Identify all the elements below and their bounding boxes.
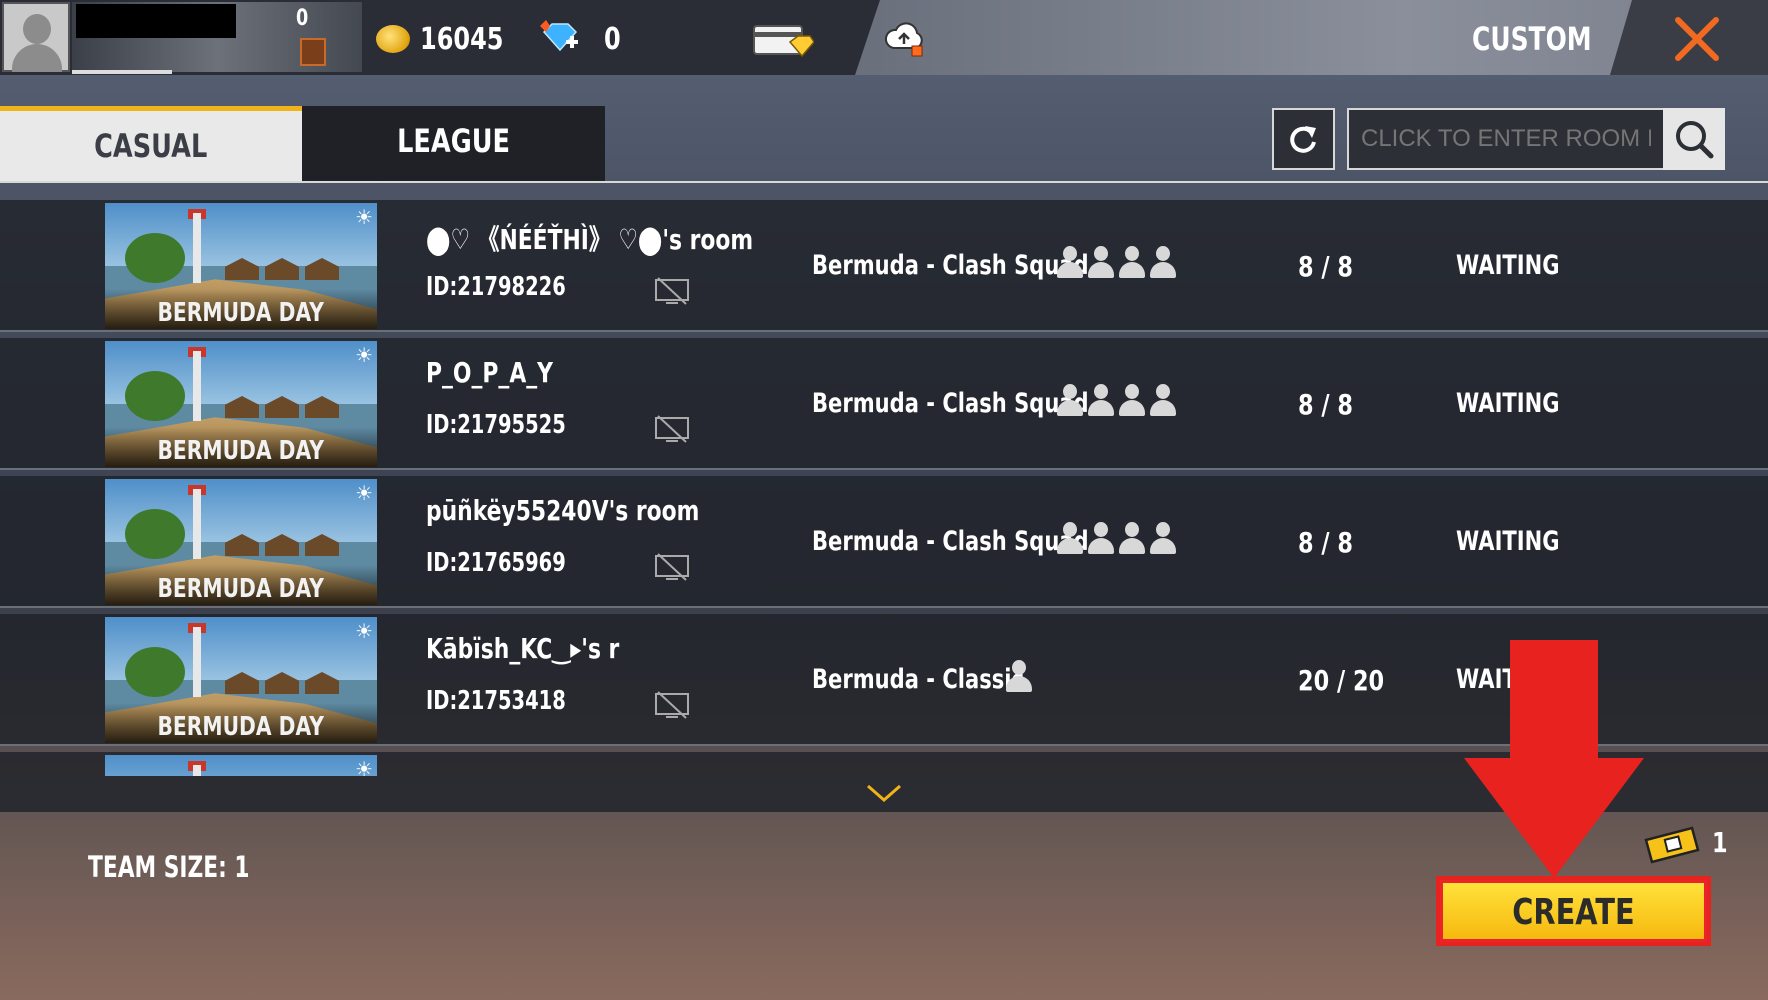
create-button[interactable]: CREATE xyxy=(1436,876,1711,946)
tab-league-label: LEAGUE xyxy=(397,122,510,160)
door-icon xyxy=(300,38,326,66)
team-size-icons xyxy=(1006,660,1037,700)
room-player-count: 8 / 8 xyxy=(1298,526,1353,559)
room-name: Kābïsh_KC‿▸'s r xyxy=(426,632,620,665)
map-thumbnail: ☀ xyxy=(105,755,377,776)
map-label: BERMUDA DAY xyxy=(157,712,325,742)
person-icon xyxy=(1057,246,1083,280)
sun-icon: ☀ xyxy=(355,621,373,643)
room-id-input[interactable] xyxy=(1347,108,1665,170)
room-status: WAITING xyxy=(1456,250,1560,281)
room-player-count: 20 / 20 xyxy=(1298,664,1385,697)
diamond-icon[interactable] xyxy=(540,20,580,54)
player-name-redacted xyxy=(76,4,236,38)
coin-icon xyxy=(376,25,410,53)
arrow-annotation-icon xyxy=(1464,640,1644,878)
room-mode: Bermuda - Clash Squad xyxy=(812,526,1089,557)
room-status: WAITING xyxy=(1456,388,1560,419)
ticket-count: 1 xyxy=(1712,826,1728,859)
map-label: BERMUDA DAY xyxy=(157,436,325,466)
spectate-icon[interactable] xyxy=(654,276,690,306)
map-label: BERMUDA DAY xyxy=(157,298,325,328)
tab-casual[interactable]: CASUAL xyxy=(0,106,302,182)
coin-value: 16045 xyxy=(420,22,504,57)
ticket-icon xyxy=(1644,826,1700,864)
person-icon xyxy=(1150,384,1176,418)
avatar-icon[interactable] xyxy=(2,2,70,72)
xp-bar xyxy=(72,70,172,74)
team-size-icons xyxy=(1057,246,1181,286)
person-icon xyxy=(1119,522,1145,556)
chevron-down-icon[interactable] xyxy=(864,782,904,806)
room-player-count: 8 / 8 xyxy=(1298,250,1353,283)
room-id: ID:21753418 xyxy=(426,686,566,716)
bp-count: 0 xyxy=(296,6,309,31)
person-icon xyxy=(1150,522,1176,556)
create-button-label: CREATE xyxy=(1512,892,1635,933)
refresh-button[interactable] xyxy=(1272,108,1335,170)
person-icon xyxy=(1057,384,1083,418)
room-name: P_O_P_A_Y xyxy=(426,356,553,389)
room-id: ID:21795525 xyxy=(426,410,566,440)
map-thumbnail: ☀ BERMUDA DAY xyxy=(105,479,377,605)
spectate-icon[interactable] xyxy=(654,552,690,582)
room-status: WAITING xyxy=(1456,526,1560,557)
tab-casual-label: CASUAL xyxy=(94,127,208,165)
card-icon[interactable] xyxy=(752,22,814,58)
map-label: BERMUDA DAY xyxy=(157,574,325,604)
spectate-icon[interactable] xyxy=(654,414,690,444)
diamond-value: 0 xyxy=(604,22,621,57)
map-thumbnail: ☀ BERMUDA DAY xyxy=(105,617,377,743)
person-icon xyxy=(1088,522,1114,556)
map-thumbnail: ☀ BERMUDA DAY xyxy=(105,203,377,329)
cloud-icon[interactable] xyxy=(884,20,926,58)
room-mode: Bermuda - Classic xyxy=(812,664,1025,695)
room-mode: Bermuda - Clash Squad xyxy=(812,250,1089,281)
room-mode: Bermuda - Clash Squad xyxy=(812,388,1089,419)
person-icon xyxy=(1006,660,1032,694)
room-name: pūñkëy55240V's room xyxy=(426,494,700,527)
room-row[interactable]: ☀ BERMUDA DAY pūñkëy55240V's room ID:217659… xyxy=(0,476,1768,608)
sun-icon: ☀ xyxy=(355,207,373,229)
team-size-icons xyxy=(1057,522,1181,562)
page-title: CUSTOM xyxy=(1472,20,1592,58)
room-row[interactable]: ☀ BERMUDA DAY ⬤♡ 《ŃÉÉŤHÌ》 ♡⬤'s room ID:2179… xyxy=(0,200,1768,332)
tab-league[interactable]: LEAGUE xyxy=(302,106,605,182)
room-name: ⬤♡ 《ŃÉÉŤHÌ》 ♡⬤'s room xyxy=(426,223,754,256)
person-icon xyxy=(1057,522,1083,556)
room-id: ID:21798226 xyxy=(426,272,566,302)
team-size-label: TEAM SIZE: 1 xyxy=(88,850,250,884)
room-row[interactable]: ☀ BERMUDA DAY P_O_P_A_Y ID:21795525 Bermuda … xyxy=(0,338,1768,470)
sun-icon: ☀ xyxy=(355,345,373,367)
sun-icon: ☀ xyxy=(355,483,373,505)
spectate-icon[interactable] xyxy=(654,690,690,720)
team-size-icons xyxy=(1057,384,1181,424)
close-icon[interactable] xyxy=(1674,16,1720,62)
search-icon xyxy=(1676,121,1714,159)
person-icon xyxy=(1119,246,1145,280)
person-icon xyxy=(1088,246,1114,280)
person-icon xyxy=(1119,384,1145,418)
sun-icon: ☀ xyxy=(355,759,373,776)
room-player-count: 8 / 8 xyxy=(1298,388,1353,421)
refresh-icon xyxy=(1290,126,1316,153)
person-icon xyxy=(1088,384,1114,418)
room-id: ID:21765969 xyxy=(426,548,566,578)
map-thumbnail: ☀ BERMUDA DAY xyxy=(105,341,377,467)
search-button[interactable] xyxy=(1663,108,1725,170)
divider xyxy=(0,181,1768,183)
person-icon xyxy=(1150,246,1176,280)
